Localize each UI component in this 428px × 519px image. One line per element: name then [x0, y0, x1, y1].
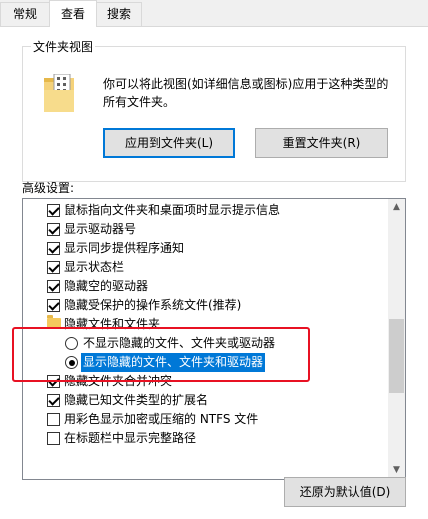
- advanced-settings-list[interactable]: 鼠标指向文件夹和桌面项时显示提示信息 显示驱动器号 显示同步提供程序通知 显示状…: [22, 198, 406, 480]
- restore-defaults-button[interactable]: 还原为默认值(D): [284, 477, 406, 507]
- list-item-label: 显示状态栏: [64, 260, 125, 274]
- radio-button[interactable]: [65, 337, 78, 350]
- view-tab-panel: 文件夹视图 你可以将此视图(如详细信息或图标)应用于这种类型的所有文件夹。 应用…: [0, 26, 428, 519]
- folder-view-title: 文件夹视图: [31, 38, 96, 55]
- list-item-label: 显示隐藏的文件、文件夹和驱动器: [81, 353, 266, 372]
- list-item-label: 鼠标指向文件夹和桌面项时显示提示信息: [64, 203, 281, 217]
- advanced-settings-label: 高级设置:: [22, 181, 75, 195]
- checkbox[interactable]: [47, 413, 60, 426]
- radio-button[interactable]: [65, 356, 78, 369]
- vertical-scrollbar[interactable]: ▲ ▼: [388, 199, 405, 479]
- checkbox[interactable]: [47, 204, 60, 217]
- scroll-thumb[interactable]: [389, 319, 404, 393]
- checkbox[interactable]: [47, 223, 60, 236]
- tab-strip: 常规 查看 搜索: [0, 0, 428, 27]
- list-item-label: 隐藏受保护的操作系统文件(推荐): [64, 298, 242, 312]
- checkbox[interactable]: [47, 280, 60, 293]
- checkbox[interactable]: [47, 242, 60, 255]
- scroll-up-icon[interactable]: ▲: [388, 199, 405, 216]
- tab-search[interactable]: 搜索: [96, 2, 142, 27]
- checkbox[interactable]: [47, 261, 60, 274]
- reset-folders-button[interactable]: 重置文件夹(R): [255, 128, 388, 158]
- list-item-label: 不显示隐藏的文件、文件夹或驱动器: [83, 336, 276, 350]
- list-item-label: 在标题栏中显示完整路径: [64, 431, 197, 445]
- list-item-label: 显示同步提供程序通知: [64, 241, 185, 255]
- folder-icon: [47, 315, 61, 329]
- folder-view-group: 文件夹视图 你可以将此视图(如详细信息或图标)应用于这种类型的所有文件夹。 应用…: [22, 38, 406, 182]
- list-item-label: 隐藏已知文件类型的扩展名: [64, 393, 209, 407]
- checkbox[interactable]: [47, 375, 60, 388]
- list-item-label: 隐藏文件和文件夹: [64, 317, 161, 331]
- checkbox[interactable]: [47, 299, 60, 312]
- apply-to-folders-button[interactable]: 应用到文件夹(L): [103, 128, 235, 158]
- list-item-label: 用彩色显示加密或压缩的 NTFS 文件: [64, 412, 259, 426]
- list-item-label: 显示驱动器号: [64, 222, 137, 236]
- list-item-label: 隐藏文件夹合并冲突: [64, 374, 173, 388]
- folder-view-description: 你可以将此视图(如详细信息或图标)应用于这种类型的所有文件夹。: [103, 77, 389, 109]
- tab-view[interactable]: 查看: [49, 0, 97, 27]
- checkbox[interactable]: [47, 394, 60, 407]
- folder-grid-icon: [44, 74, 74, 112]
- list-item-label: 隐藏空的驱动器: [64, 279, 149, 293]
- tab-general[interactable]: 常规: [0, 2, 50, 27]
- checkbox[interactable]: [47, 432, 60, 445]
